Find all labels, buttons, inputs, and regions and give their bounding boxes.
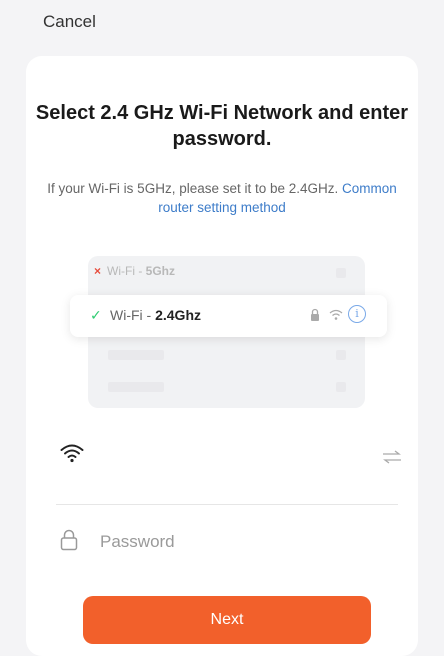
wifi-24ghz-label: Wi-Fi - 2.4Ghz xyxy=(110,307,201,323)
password-input[interactable] xyxy=(100,528,360,556)
field-divider xyxy=(56,504,398,505)
subtitle-text: If your Wi-Fi is 5GHz, please set it to … xyxy=(47,181,339,196)
small-lock-icon xyxy=(311,308,319,321)
check-icon: ✓ xyxy=(90,307,102,323)
placeholder-row xyxy=(108,350,164,360)
wifi-24ghz-band: 2.4Ghz xyxy=(155,307,201,323)
wifi-5ghz-band: 5Ghz xyxy=(145,264,176,278)
wifi-network-field[interactable] xyxy=(56,440,406,480)
wifi-24ghz-row: ✓ Wi-Fi - 2.4Ghz i xyxy=(70,295,387,337)
switch-network-icon[interactable] xyxy=(382,450,402,464)
subtitle: If your Wi-Fi is 5GHz, please set it to … xyxy=(40,179,404,217)
wifi-5ghz-row: × Wi-Fi - 5Ghz xyxy=(94,264,354,286)
cancel-button[interactable]: Cancel xyxy=(43,12,96,32)
page-title: Select 2.4 GHz Wi-Fi Network and enter p… xyxy=(35,102,409,150)
small-wifi-icon xyxy=(329,309,343,320)
wifi-icon xyxy=(60,444,84,463)
placeholder-mark xyxy=(336,350,346,360)
lock-icon xyxy=(60,529,78,551)
placeholder-row xyxy=(108,382,164,392)
placeholder-mark xyxy=(336,382,346,392)
top-bar: Cancel xyxy=(0,0,444,50)
password-field xyxy=(56,526,406,562)
cross-icon: × xyxy=(94,264,102,278)
wifi-24ghz-prefix: Wi-Fi - xyxy=(110,307,156,323)
next-button[interactable]: Next xyxy=(83,596,371,644)
placeholder-mark xyxy=(336,268,346,278)
info-icon: i xyxy=(348,305,366,323)
wifi-5ghz-prefix: Wi-Fi - xyxy=(107,264,146,278)
